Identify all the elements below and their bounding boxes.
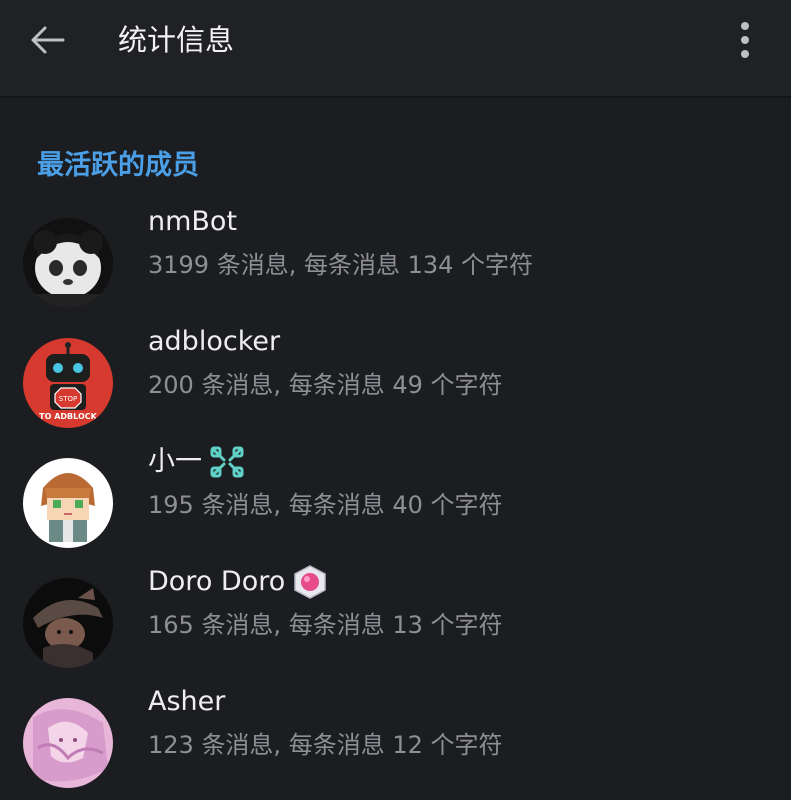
avatar	[23, 218, 113, 308]
member-stats: 3199 条消息, 每条消息 134 个字符	[148, 251, 534, 279]
section-title-top-members: 最活跃的成员	[37, 150, 199, 181]
arrow-left-icon	[31, 26, 65, 54]
member-row-nmbot[interactable]: nmBot 3199 条消息, 每条消息 134 个字符	[0, 196, 791, 316]
stats-content: 最活跃的成员 nmBot 3199 条消息, 每条消息 134 个字符 STOP…	[0, 98, 791, 800]
avatar: STOP TO ADBLOCK	[23, 338, 113, 428]
robot-stop-avatar: STOP TO ADBLOCK	[23, 338, 113, 428]
member-row-xiaoyi[interactable]: 小一 195 条消息, 每条消息 40 个字符	[0, 436, 791, 556]
app-header: 统计信息	[0, 0, 791, 98]
anime-boy-avatar	[23, 458, 113, 548]
dark-figure-avatar	[23, 578, 113, 668]
member-stats: 123 条消息, 每条消息 12 个字符	[148, 731, 503, 759]
member-name: Asher	[148, 686, 226, 717]
member-name: nmBot	[148, 206, 238, 237]
member-stats: 200 条消息, 每条消息 49 个字符	[148, 371, 503, 399]
page-title: 统计信息	[118, 23, 235, 57]
member-row-doro-doro[interactable]: Doro Doro 165 条消息, 每条消息 13 个字符	[0, 556, 791, 676]
member-name: Doro Doro	[148, 564, 329, 600]
svg-text:STOP: STOP	[59, 395, 77, 403]
svg-text:TO ADBLOCK: TO ADBLOCK	[39, 412, 97, 421]
pink-gem-badge-icon	[294, 565, 327, 599]
avatar	[23, 578, 113, 668]
member-stats: 195 条消息, 每条消息 40 个字符	[148, 491, 503, 519]
member-name: 小一	[148, 444, 246, 480]
more-vertical-icon	[741, 22, 749, 30]
member-name: adblocker	[148, 326, 281, 357]
back-button[interactable]	[22, 18, 72, 62]
member-row-adblocker[interactable]: STOP TO ADBLOCK adblocker 200 条消息, 每条消息 …	[0, 316, 791, 436]
pink-anime-avatar	[23, 698, 113, 788]
member-row-asher[interactable]: Asher 123 条消息, 每条消息 12 个字符	[0, 676, 791, 796]
member-stats: 165 条消息, 每条消息 13 个字符	[148, 611, 503, 639]
avatar	[23, 458, 113, 548]
panda-avatar	[23, 218, 113, 308]
premium-x-badge-icon	[210, 446, 244, 478]
avatar	[23, 698, 113, 788]
more-options-button[interactable]	[725, 16, 765, 64]
